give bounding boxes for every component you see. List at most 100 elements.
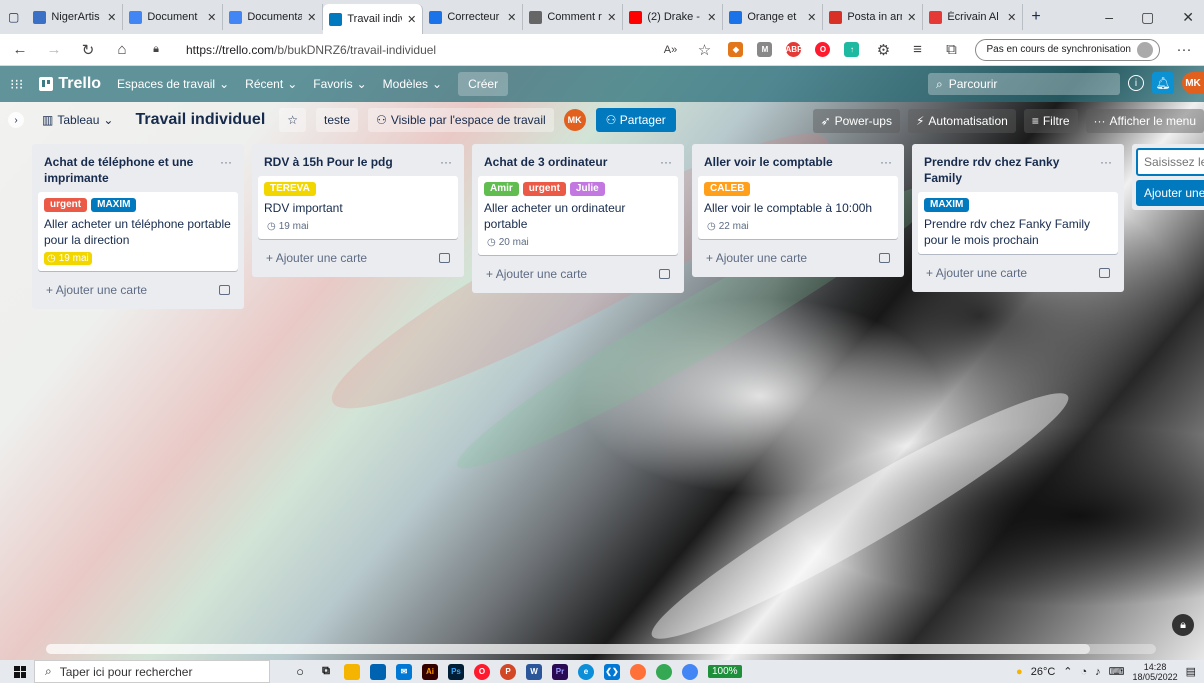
add-card-button[interactable]: + Ajouter une carte: [486, 267, 587, 281]
collections-icon[interactable]: ⧉: [941, 41, 961, 58]
battery-badge[interactable]: 100%: [708, 665, 742, 678]
firefox-icon[interactable]: [630, 663, 646, 680]
photoshop-icon[interactable]: Ps: [448, 663, 464, 680]
browser-tab[interactable]: NigerArtis ✕: [27, 4, 124, 30]
network-icon[interactable]: ◔: [1081, 666, 1088, 678]
card-template-icon[interactable]: [219, 285, 230, 295]
opera-taskbar-icon[interactable]: O: [474, 663, 490, 680]
card-label[interactable]: MAXIM: [91, 198, 137, 212]
show-menu-button[interactable]: ··· Afficher le menu: [1085, 109, 1204, 133]
due-date-badge[interactable]: ◷ 20 mai: [484, 236, 532, 249]
weather-temp[interactable]: 26°C: [1031, 666, 1056, 678]
volume-icon[interactable]: ♪: [1095, 666, 1101, 678]
list-header[interactable]: Achat de 3 ordinateur ···: [478, 150, 678, 176]
close-window-icon[interactable]: ✕: [1182, 9, 1194, 26]
cortana-icon[interactable]: ○: [292, 664, 308, 680]
create-button[interactable]: Créer: [458, 72, 509, 96]
favorites-list-icon[interactable]: ≡: [907, 41, 927, 58]
lock-icon[interactable]: 🔒︎: [146, 43, 166, 56]
card-label[interactable]: Amir: [484, 182, 519, 196]
due-date-badge[interactable]: ◷ 19 mai: [264, 220, 312, 233]
weather-icon[interactable]: ●: [1016, 666, 1023, 678]
scrollbar-thumb[interactable]: [46, 644, 1090, 654]
browser-tab[interactable]: Orange et ✕: [723, 4, 824, 30]
visibility-button[interactable]: ⚇ Visible par l'espace de travail: [368, 108, 554, 132]
notification-center-icon[interactable]: ▤: [1186, 665, 1196, 678]
adblock-icon[interactable]: ABP: [786, 42, 802, 57]
powerpoint-icon[interactable]: P: [500, 663, 516, 680]
browser-tab[interactable]: Documenta ✕: [223, 4, 324, 30]
card[interactable]: TEREVA RDV important ◷ 19 mai: [258, 176, 458, 239]
apps-grid-icon[interactable]: ⁝⁝⁝: [10, 76, 23, 93]
list-menu-icon[interactable]: ···: [660, 154, 672, 170]
card-label[interactable]: Julie: [569, 182, 605, 196]
tab-close-icon[interactable]: ✕: [207, 11, 216, 24]
card-label[interactable]: urgent: [522, 182, 566, 196]
tab-close-icon[interactable]: ✕: [907, 11, 916, 24]
tab-close-icon[interactable]: ✕: [1007, 11, 1016, 24]
search-box[interactable]: ⌕ Parcourir: [928, 73, 1120, 95]
trello-logo[interactable]: Trello: [39, 75, 101, 93]
tray-expand-icon[interactable]: ⌃: [1063, 665, 1072, 678]
card-template-icon[interactable]: [879, 253, 890, 263]
url-field[interactable]: https://trello.com/b/bukDNRZ6/travail-in…: [186, 43, 436, 57]
tab-close-icon[interactable]: ✕: [107, 11, 116, 24]
browser-menu-icon[interactable]: ···: [1174, 41, 1194, 58]
share-button[interactable]: ⚇ Partager: [595, 108, 676, 132]
new-tab-button[interactable]: +: [1031, 8, 1040, 26]
due-date-badge[interactable]: ◷ 22 mai: [704, 220, 752, 233]
word-icon[interactable]: W: [526, 663, 542, 680]
filter-button[interactable]: ≡ Filtre: [1023, 109, 1078, 133]
header-avatar[interactable]: MK: [1182, 72, 1204, 94]
board-horizontal-scrollbar[interactable]: [46, 644, 1156, 654]
browser-tab[interactable]: (2) Drake - ✕: [623, 4, 724, 30]
lock-icon[interactable]: 🔒︎: [1172, 614, 1194, 636]
sidebar-expand-icon[interactable]: ›: [8, 112, 24, 128]
restore-icon[interactable]: ▢: [1141, 9, 1154, 26]
sync-button[interactable]: Pas en cours de synchronisation: [975, 38, 1160, 61]
browser-tab[interactable]: Correcteur ✕: [423, 4, 524, 30]
due-date-badge[interactable]: ◷ 19 mai: [44, 252, 92, 265]
extension-arrow-icon[interactable]: ↑: [844, 42, 860, 57]
card-template-icon[interactable]: [1099, 268, 1110, 278]
chrome-icon[interactable]: [656, 663, 672, 680]
add-card-button[interactable]: + Ajouter une carte: [926, 266, 1027, 280]
back-icon[interactable]: ←: [10, 41, 30, 58]
card[interactable]: urgent MAXIM Aller acheter un téléphone po…: [38, 192, 238, 271]
forward-icon[interactable]: →: [44, 41, 64, 58]
tab-close-icon[interactable]: ✕: [407, 13, 416, 26]
vscode-icon[interactable]: ❮❯: [604, 663, 620, 680]
card-template-icon[interactable]: [439, 253, 450, 263]
tab-close-icon[interactable]: ✕: [507, 11, 516, 24]
read-aloud-icon[interactable]: A»: [660, 44, 680, 56]
menu-favorites[interactable]: Favoris ⌄: [313, 77, 366, 91]
opera-icon[interactable]: O: [815, 42, 831, 57]
menu-recent[interactable]: Récent ⌄: [245, 77, 297, 91]
illustrator-icon[interactable]: Ai: [422, 663, 438, 680]
board-title[interactable]: Travail individuel: [131, 111, 269, 129]
info-icon[interactable]: i: [1128, 75, 1144, 91]
card[interactable]: MAXIM Prendre rdv chez Fanky Family pour …: [918, 192, 1118, 254]
add-card-button[interactable]: + Ajouter une carte: [266, 251, 367, 265]
add-card-button[interactable]: + Ajouter une carte: [46, 283, 147, 297]
premiere-icon[interactable]: Pr: [552, 663, 568, 680]
list-menu-icon[interactable]: ···: [440, 154, 452, 170]
tab-close-icon[interactable]: ✕: [707, 11, 716, 24]
file-explorer-icon[interactable]: [344, 663, 360, 680]
list-menu-icon[interactable]: ···: [880, 154, 892, 170]
tab-close-icon[interactable]: ✕: [607, 11, 616, 24]
keyboard-icon[interactable]: ⌨: [1109, 665, 1125, 678]
powerups-button[interactable]: ➶ Power-ups: [812, 109, 900, 133]
browser-tab[interactable]: Posta in arr ✕: [823, 4, 924, 30]
card[interactable]: CALEB Aller voir le comptable à 10:00h ◷ 22…: [698, 176, 898, 239]
card-label[interactable]: CALEB: [704, 182, 751, 196]
notifications-bell-icon[interactable]: 🔔︎: [1152, 72, 1174, 94]
list-header[interactable]: Aller voir le comptable ···: [698, 150, 898, 176]
mail-icon[interactable]: ✉: [396, 663, 412, 680]
browser-tab[interactable]: Écrivain Al ✕: [923, 4, 1024, 30]
add-card-button[interactable]: + Ajouter une carte: [706, 251, 807, 265]
tab-actions-icon[interactable]: ▢: [8, 10, 19, 24]
browser-tab[interactable]: Document ✕: [123, 4, 224, 30]
edge-icon[interactable]: e: [578, 663, 594, 680]
list-menu-icon[interactable]: ···: [1100, 154, 1112, 186]
